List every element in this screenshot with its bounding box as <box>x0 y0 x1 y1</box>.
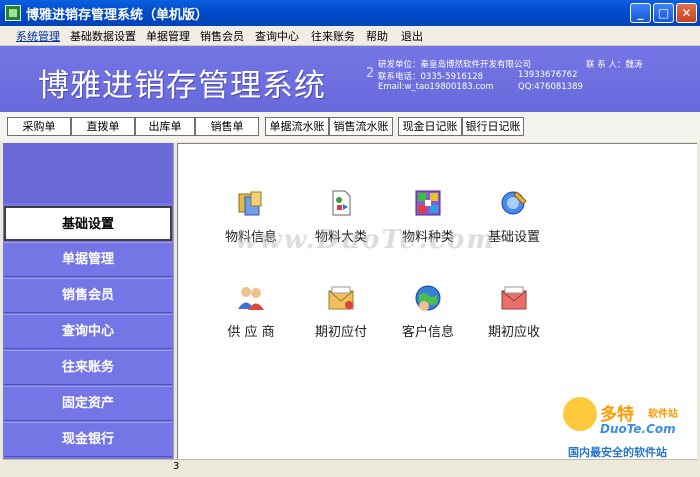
left-nav-header <box>3 143 173 203</box>
cash-journal-button[interactable]: 现金日记账 <box>398 117 462 136</box>
status-text: 3 <box>173 461 180 472</box>
dev-unit: 研发单位：秦皇岛博然软件开发有限公司 <box>378 60 532 70</box>
icon-label: 期初应收 <box>487 325 540 340</box>
close-button[interactable]: ✕ <box>676 3 697 23</box>
maximize-button[interactable]: □ <box>653 3 674 23</box>
initial-payable-icon <box>328 286 354 310</box>
direct-transfer-button[interactable]: 直拨单 <box>71 117 135 136</box>
duote-logo-sub: 软件站 <box>648 409 678 420</box>
material-type-icon <box>415 190 441 216</box>
mobile: 13933676762 <box>518 70 578 80</box>
supplier-icon <box>238 287 264 310</box>
title-bar[interactable]: 博雅进销存管理系统（单机版） _ □ ✕ <box>0 0 700 26</box>
icon-customer-info[interactable]: 客户信息 <box>388 283 468 340</box>
menu-query[interactable]: 查询中心 <box>255 28 299 44</box>
status-bar: 3 <box>3 459 697 476</box>
basic-settings-icon <box>501 191 527 215</box>
window-title: 博雅进销存管理系统（单机版） <box>26 8 209 23</box>
document-ledger-button[interactable]: 单据流水账 <box>265 117 329 136</box>
duote-logo-url: DuoTe.Com <box>600 422 676 436</box>
bank-journal-button[interactable]: 银行日记账 <box>462 117 524 136</box>
customer-info-icon <box>415 285 441 311</box>
outbound-order-button[interactable]: 出库单 <box>135 117 195 136</box>
menu-help[interactable]: 帮助 <box>366 28 388 44</box>
app-icon <box>5 5 21 21</box>
qq: QQ:476081389 <box>518 82 583 92</box>
duote-logo-icon <box>563 397 597 431</box>
material-category-icon <box>332 190 351 216</box>
toolbar: 采购单 直拨单 出库单 销售单 单据流水账 销售流水账 现金日记账 银行日记账 <box>0 112 700 142</box>
sales-order-button[interactable]: 销售单 <box>195 117 259 136</box>
header-banner: 博雅进销存管理系统 2 研发单位：秦皇岛博然软件开发有限公司 联 系 人：魏涛 … <box>0 46 700 112</box>
menu-accounts[interactable]: 往来账务 <box>311 28 355 44</box>
material-info-icon <box>238 191 262 216</box>
nav-cash-bank[interactable]: 现金银行 <box>4 422 172 457</box>
left-nav-panel: 基础设置 单据管理 销售会员 查询中心 往来账务 固定资产 现金银行 <box>3 143 173 459</box>
menu-documents[interactable]: 单据管理 <box>146 28 190 44</box>
nav-members[interactable]: 销售会员 <box>4 278 172 313</box>
menu-bar: 系统管理 基础数据设置 单据管理 销售会员 查询中心 往来账务 帮助 退出 <box>0 26 700 46</box>
duote-slogan: 国内最安全的软件站 <box>568 446 667 459</box>
banner-title: 博雅进销存管理系统 <box>38 68 326 104</box>
email: Email:w_tao19800183.com <box>378 82 494 92</box>
icon-label: 供 应 商 <box>227 325 275 340</box>
menu-basic-data[interactable]: 基础数据设置 <box>70 28 136 44</box>
menu-members[interactable]: 销售会员 <box>200 28 244 44</box>
icon-label: 客户信息 <box>401 325 454 340</box>
initial-receivable-icon <box>501 286 527 310</box>
nav-query[interactable]: 查询中心 <box>4 314 172 349</box>
sales-ledger-button[interactable]: 销售流水账 <box>329 117 393 136</box>
icon-initial-payable[interactable]: 期初应付 <box>301 283 381 340</box>
banner-version: 2 <box>366 66 375 81</box>
icon-initial-receivable[interactable]: 期初应收 <box>474 283 554 340</box>
phone: 联系电话：0335-5916128 <box>378 72 484 82</box>
nav-documents[interactable]: 单据管理 <box>4 242 172 277</box>
nav-basic-settings[interactable]: 基础设置 <box>4 206 172 241</box>
purchase-order-button[interactable]: 采购单 <box>7 117 71 136</box>
menu-system[interactable]: 系统管理 <box>16 28 60 44</box>
nav-fixed-assets[interactable]: 固定资产 <box>4 386 172 421</box>
nav-accounts[interactable]: 往来账务 <box>4 350 172 385</box>
watermark-text: www.DuoTe.com <box>235 225 497 255</box>
icon-label: 期初应付 <box>314 325 367 340</box>
menu-exit[interactable]: 退出 <box>401 28 423 44</box>
icon-supplier[interactable]: 供 应 商 <box>211 283 291 340</box>
minimize-button[interactable]: _ <box>630 3 651 23</box>
contact-person: 联 系 人：魏涛 <box>586 60 643 70</box>
